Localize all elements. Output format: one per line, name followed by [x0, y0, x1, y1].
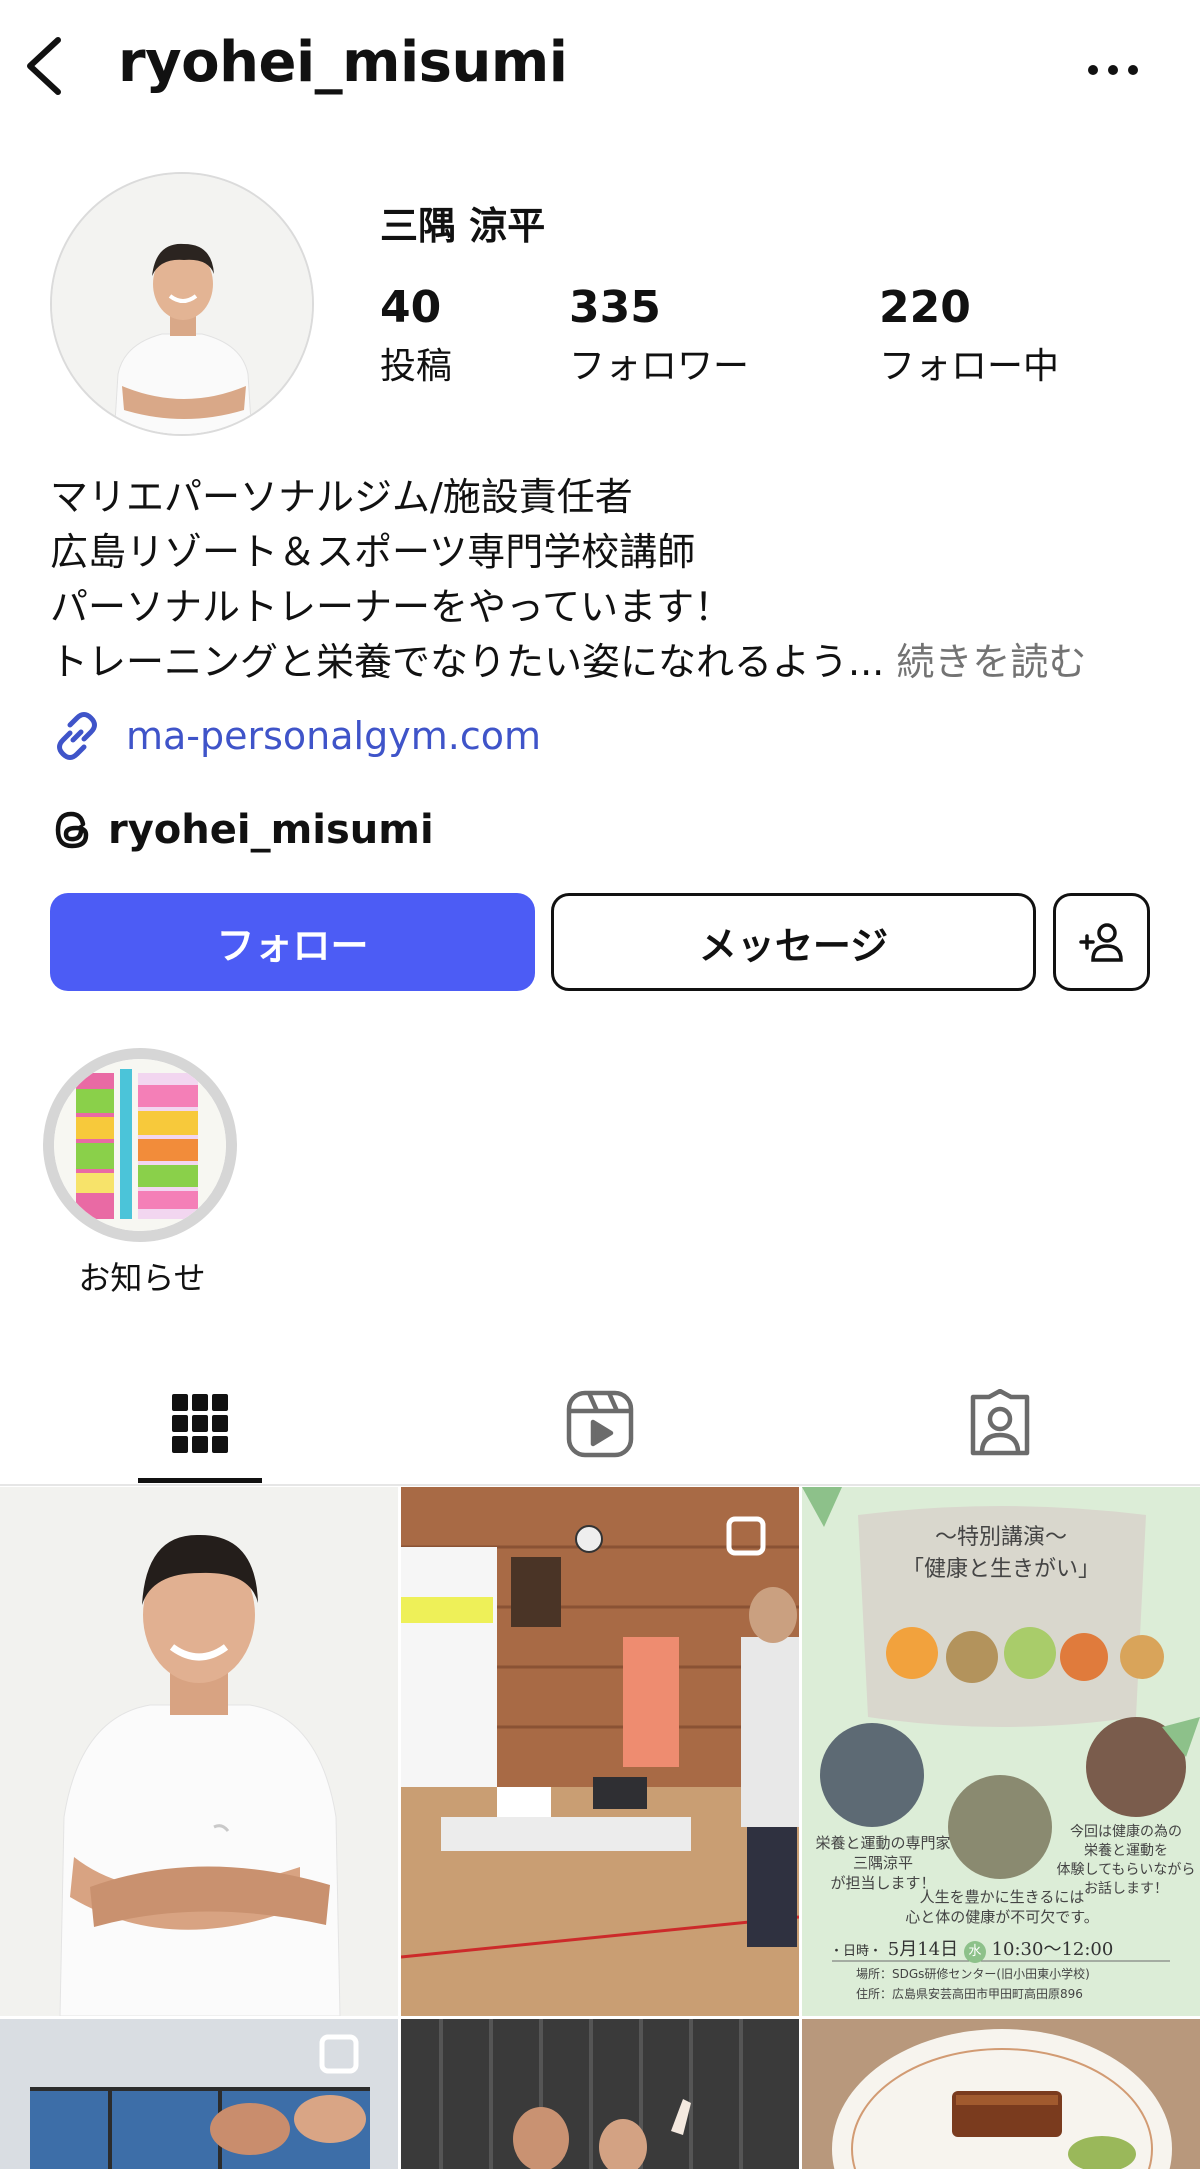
- flyer-line: 人生を豊かに生きるには: [919, 1888, 1085, 1906]
- stat-posts-label: 投稿: [380, 346, 453, 387]
- stat-following[interactable]: 220 フォロー中: [879, 282, 1059, 389]
- profile-username-title: ryohei_misumi: [118, 30, 568, 95]
- link-icon: [57, 712, 97, 760]
- profile-bio: マリエパーソナルジム/施設責任者 広島リゾート＆スポーツ専門学校講師 パーソナル…: [50, 470, 1160, 690]
- more-options-icon[interactable]: [1085, 50, 1141, 90]
- message-button[interactable]: メッセージ: [551, 893, 1036, 991]
- post-photo: [802, 2019, 1200, 2169]
- flyer-line: 栄養と運動を: [1084, 1843, 1168, 1859]
- follow-button[interactable]: フォロー: [50, 893, 535, 991]
- post-thumbnail-6[interactable]: [802, 2019, 1200, 2169]
- post-flyer-text-left: 栄養と運動の専門家 三隅涼平 が担当します！: [808, 1833, 958, 1893]
- flyer-line: 心と体の健康が不可欠です。: [905, 1908, 1099, 1926]
- story-highlight[interactable]: [43, 1048, 237, 1242]
- post-thumbnail-2[interactable]: [401, 1487, 799, 2016]
- post-photo: [0, 2019, 398, 2169]
- stat-followers[interactable]: 335 フォロワー: [569, 282, 749, 389]
- tab-posts-grid[interactable]: [0, 1364, 400, 1484]
- website-link[interactable]: ma-personalgym.com: [126, 714, 541, 758]
- tagged-person-icon: [970, 1389, 1030, 1456]
- stat-posts[interactable]: 40 投稿: [380, 282, 452, 389]
- active-tab-indicator: [138, 1478, 262, 1483]
- post-photo: [401, 2019, 799, 2169]
- bio-read-more-link[interactable]: 続きを読む: [896, 640, 1086, 684]
- profile-avatar[interactable]: [50, 172, 314, 436]
- bio-line: トレーニングと栄養でなりたい姿になれるよう...: [50, 640, 885, 684]
- threads-handle: ryohei_misumi: [108, 807, 434, 853]
- flyer-time: 10:30〜12:00: [991, 1939, 1114, 1960]
- post-flyer-date-row: ・日時・ 5月14日 水 10:30〜12:00: [830, 1935, 1190, 1963]
- post-photo: [401, 1487, 799, 2016]
- avatar-photo: [52, 174, 312, 434]
- post-flyer-title-1: 〜特別講演〜: [934, 1525, 1067, 1550]
- flyer-line: 今回は健康の為の: [1070, 1824, 1182, 1840]
- suggested-users-button[interactable]: [1053, 893, 1150, 991]
- bio-line: マリエパーソナルジム/施設責任者: [50, 475, 633, 519]
- story-highlight-label: お知らせ: [78, 1259, 206, 1297]
- stat-followers-count: 335: [569, 282, 661, 333]
- flyer-line: 体験してもらいながら: [1056, 1862, 1196, 1878]
- bio-line: パーソナルトレーナーをやっています！: [50, 585, 733, 629]
- bio-line: 広島リゾート＆スポーツ専門学校講師: [50, 530, 696, 574]
- stat-posts-count: 40: [380, 282, 442, 333]
- post-thumbnail-1[interactable]: [0, 1487, 398, 2016]
- post-flyer-title-2: 「健康と生きがい」: [901, 1557, 1100, 1582]
- post-flyer-venue: 場所：SDGs研修センター(旧小田東小学校): [856, 1967, 1090, 1981]
- display-name: 三隅 涼平: [380, 204, 546, 248]
- flyer-weekday: 水: [963, 1941, 986, 1963]
- post-flyer-text-center: 人生を豊かに生きるには 心と体の健康が不可欠です。: [882, 1887, 1122, 1927]
- tab-tagged[interactable]: [800, 1364, 1200, 1484]
- stat-following-count: 220: [879, 282, 971, 333]
- bio-line-last: トレーニングと栄養でなりたい姿になれるよう... 続きを読む: [50, 635, 1160, 690]
- tab-reels[interactable]: [400, 1364, 800, 1484]
- story-highlight-cover: [54, 1059, 226, 1231]
- website-link-row[interactable]: ma-personalgym.com: [50, 708, 541, 764]
- grid-icon: [172, 1394, 228, 1453]
- stat-following-label: フォロー中: [879, 346, 1060, 387]
- threads-icon: [55, 811, 89, 849]
- post-photo: [0, 1487, 398, 2016]
- add-person-icon: [1078, 923, 1123, 962]
- flyer-date: 5月14日: [887, 1939, 959, 1960]
- back-arrow-icon[interactable]: [22, 36, 70, 96]
- flyer-line: 栄養と運動の専門家: [815, 1834, 951, 1852]
- post-thumbnail-5[interactable]: [401, 2019, 799, 2169]
- flyer-date-label: ・日時・: [830, 1944, 883, 1959]
- threads-badge[interactable]: ryohei_misumi: [50, 800, 434, 860]
- post-thumbnail-4[interactable]: [0, 2019, 398, 2169]
- tab-divider: [0, 1484, 1200, 1486]
- flyer-line: 三隅涼平: [852, 1854, 913, 1872]
- post-flyer-address: 住所：広島県安芸高田市甲田町高田原896: [856, 1987, 1083, 2001]
- post-thumbnail-3[interactable]: 〜特別講演〜 「健康と生きがい」 栄養と運動の専門家 三隅涼平 が担当します！ …: [802, 1487, 1200, 2016]
- reels-icon: [566, 1390, 634, 1458]
- stat-followers-label: フォロワー: [569, 346, 750, 387]
